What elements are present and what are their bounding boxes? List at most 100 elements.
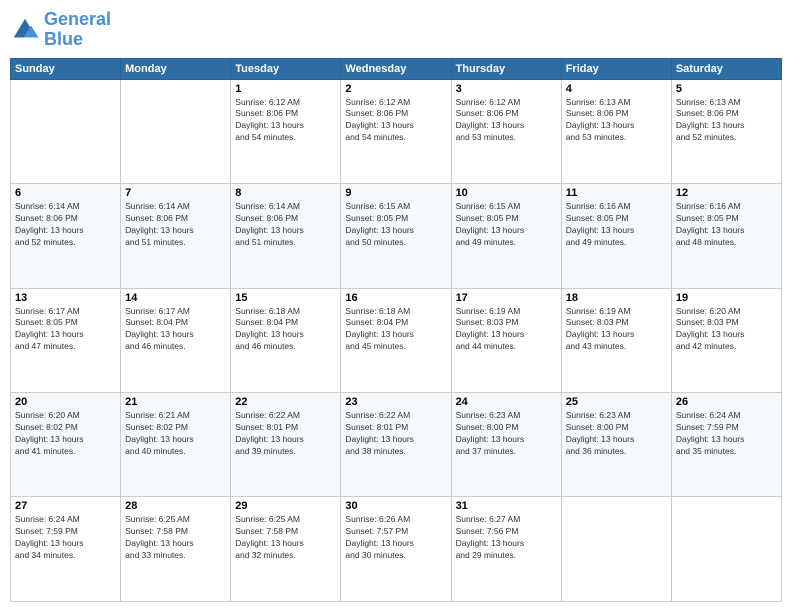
day-detail: Sunrise: 6:15 AM Sunset: 8:05 PM Dayligh…	[456, 201, 557, 249]
day-detail: Sunrise: 6:12 AM Sunset: 8:06 PM Dayligh…	[456, 97, 557, 145]
weekday-header-sunday: Sunday	[11, 58, 121, 79]
day-detail: Sunrise: 6:17 AM Sunset: 8:05 PM Dayligh…	[15, 306, 116, 354]
day-detail: Sunrise: 6:23 AM Sunset: 8:00 PM Dayligh…	[566, 410, 667, 458]
day-number: 26	[676, 396, 777, 408]
day-detail: Sunrise: 6:13 AM Sunset: 8:06 PM Dayligh…	[676, 97, 777, 145]
day-number: 12	[676, 187, 777, 199]
day-number: 3	[456, 83, 557, 95]
calendar-cell: 6 Sunrise: 6:14 AM Sunset: 8:06 PM Daylig…	[11, 184, 121, 288]
weekday-header-saturday: Saturday	[671, 58, 781, 79]
day-number: 9	[345, 187, 446, 199]
calendar-cell: 1 Sunrise: 6:12 AM Sunset: 8:06 PM Daylig…	[231, 79, 341, 183]
calendar-cell: 30 Sunrise: 6:26 AM Sunset: 7:57 PM Dayli…	[341, 497, 451, 602]
day-detail: Sunrise: 6:24 AM Sunset: 7:59 PM Dayligh…	[676, 410, 777, 458]
day-detail: Sunrise: 6:24 AM Sunset: 7:59 PM Dayligh…	[15, 514, 116, 562]
day-number: 21	[125, 396, 226, 408]
header: General Blue	[10, 10, 782, 50]
day-detail: Sunrise: 6:14 AM Sunset: 8:06 PM Dayligh…	[235, 201, 336, 249]
calendar-cell: 20Sunrise: 6:20 AM Sunset: 8:02 PM Dayli…	[11, 393, 121, 497]
day-detail: Sunrise: 6:13 AM Sunset: 8:06 PM Dayligh…	[566, 97, 667, 145]
calendar-cell: 7 Sunrise: 6:14 AM Sunset: 8:06 PM Daylig…	[121, 184, 231, 288]
day-number: 2	[345, 83, 446, 95]
calendar-cell: 25 Sunrise: 6:23 AM Sunset: 8:00 PM Dayli…	[561, 393, 671, 497]
day-number: 5	[676, 83, 777, 95]
calendar-cell: 9 Sunrise: 6:15 AM Sunset: 8:05 PM Daylig…	[341, 184, 451, 288]
calendar-cell: 28 Sunrise: 6:25 AM Sunset: 7:58 PM Dayli…	[121, 497, 231, 602]
week-row-3: 13 Sunrise: 6:17 AM Sunset: 8:05 PM Dayli…	[11, 288, 782, 392]
day-detail: Sunrise: 6:27 AM Sunset: 7:56 PM Dayligh…	[456, 514, 557, 562]
day-number: 13	[15, 292, 116, 304]
calendar-cell: 13 Sunrise: 6:17 AM Sunset: 8:05 PM Dayli…	[11, 288, 121, 392]
logo-icon	[10, 15, 40, 45]
calendar-cell: 29 Sunrise: 6:25 AM Sunset: 7:58 PM Dayli…	[231, 497, 341, 602]
calendar-cell: 10 Sunrise: 6:15 AM Sunset: 8:05 PM Dayli…	[451, 184, 561, 288]
day-number: 7	[125, 187, 226, 199]
day-number: 11	[566, 187, 667, 199]
weekday-header-friday: Friday	[561, 58, 671, 79]
calendar-cell	[561, 497, 671, 602]
calendar-cell: 24Sunrise: 6:23 AM Sunset: 8:00 PM Dayli…	[451, 393, 561, 497]
day-detail: Sunrise: 6:15 AM Sunset: 8:05 PM Dayligh…	[345, 201, 446, 249]
day-detail: Sunrise: 6:19 AM Sunset: 8:03 PM Dayligh…	[456, 306, 557, 354]
week-row-5: 27 Sunrise: 6:24 AM Sunset: 7:59 PM Dayli…	[11, 497, 782, 602]
weekday-header-tuesday: Tuesday	[231, 58, 341, 79]
day-detail: Sunrise: 6:22 AM Sunset: 8:01 PM Dayligh…	[345, 410, 446, 458]
day-number: 19	[676, 292, 777, 304]
day-detail: Sunrise: 6:21 AM Sunset: 8:02 PM Dayligh…	[125, 410, 226, 458]
day-detail: Sunrise: 6:19 AM Sunset: 8:03 PM Dayligh…	[566, 306, 667, 354]
calendar-table: SundayMondayTuesdayWednesdayThursdayFrid…	[10, 58, 782, 602]
calendar-cell: 15Sunrise: 6:18 AM Sunset: 8:04 PM Dayli…	[231, 288, 341, 392]
day-detail: Sunrise: 6:26 AM Sunset: 7:57 PM Dayligh…	[345, 514, 446, 562]
day-number: 14	[125, 292, 226, 304]
day-detail: Sunrise: 6:17 AM Sunset: 8:04 PM Dayligh…	[125, 306, 226, 354]
calendar-cell: 19 Sunrise: 6:20 AM Sunset: 8:03 PM Dayli…	[671, 288, 781, 392]
day-number: 30	[345, 500, 446, 512]
calendar-cell: 8 Sunrise: 6:14 AM Sunset: 8:06 PM Daylig…	[231, 184, 341, 288]
week-row-1: 1 Sunrise: 6:12 AM Sunset: 8:06 PM Daylig…	[11, 79, 782, 183]
day-number: 6	[15, 187, 116, 199]
day-number: 31	[456, 500, 557, 512]
calendar-cell: 18Sunrise: 6:19 AM Sunset: 8:03 PM Dayli…	[561, 288, 671, 392]
day-detail: Sunrise: 6:25 AM Sunset: 7:58 PM Dayligh…	[125, 514, 226, 562]
day-number: 4	[566, 83, 667, 95]
weekday-header-monday: Monday	[121, 58, 231, 79]
calendar-cell: 16Sunrise: 6:18 AM Sunset: 8:04 PM Dayli…	[341, 288, 451, 392]
calendar-cell: 27 Sunrise: 6:24 AM Sunset: 7:59 PM Dayli…	[11, 497, 121, 602]
day-number: 27	[15, 500, 116, 512]
day-number: 17	[456, 292, 557, 304]
day-detail: Sunrise: 6:12 AM Sunset: 8:06 PM Dayligh…	[235, 97, 336, 145]
day-detail: Sunrise: 6:12 AM Sunset: 8:06 PM Dayligh…	[345, 97, 446, 145]
calendar-cell: 22 Sunrise: 6:22 AM Sunset: 8:01 PM Dayli…	[231, 393, 341, 497]
day-number: 28	[125, 500, 226, 512]
day-number: 29	[235, 500, 336, 512]
day-detail: Sunrise: 6:22 AM Sunset: 8:01 PM Dayligh…	[235, 410, 336, 458]
day-number: 8	[235, 187, 336, 199]
calendar-cell: 14 Sunrise: 6:17 AM Sunset: 8:04 PM Dayli…	[121, 288, 231, 392]
calendar-cell: 21 Sunrise: 6:21 AM Sunset: 8:02 PM Dayli…	[121, 393, 231, 497]
calendar-cell: 23 Sunrise: 6:22 AM Sunset: 8:01 PM Dayli…	[341, 393, 451, 497]
calendar-cell	[671, 497, 781, 602]
day-number: 22	[235, 396, 336, 408]
calendar-cell: 5 Sunrise: 6:13 AM Sunset: 8:06 PM Daylig…	[671, 79, 781, 183]
day-detail: Sunrise: 6:20 AM Sunset: 8:03 PM Dayligh…	[676, 306, 777, 354]
calendar-cell: 12 Sunrise: 6:16 AM Sunset: 8:05 PM Dayli…	[671, 184, 781, 288]
calendar-cell: 11 Sunrise: 6:16 AM Sunset: 8:05 PM Dayli…	[561, 184, 671, 288]
day-detail: Sunrise: 6:14 AM Sunset: 8:06 PM Dayligh…	[125, 201, 226, 249]
calendar-cell: 4 Sunrise: 6:13 AM Sunset: 8:06 PM Daylig…	[561, 79, 671, 183]
day-number: 1	[235, 83, 336, 95]
calendar-cell: 3 Sunrise: 6:12 AM Sunset: 8:06 PM Daylig…	[451, 79, 561, 183]
day-detail: Sunrise: 6:14 AM Sunset: 8:06 PM Dayligh…	[15, 201, 116, 249]
calendar-cell	[121, 79, 231, 183]
day-number: 24	[456, 396, 557, 408]
weekday-header-wednesday: Wednesday	[341, 58, 451, 79]
day-number: 20	[15, 396, 116, 408]
calendar-cell: 2 Sunrise: 6:12 AM Sunset: 8:06 PM Daylig…	[341, 79, 451, 183]
logo-text: General Blue	[44, 10, 111, 50]
day-number: 23	[345, 396, 446, 408]
day-number: 25	[566, 396, 667, 408]
day-detail: Sunrise: 6:16 AM Sunset: 8:05 PM Dayligh…	[676, 201, 777, 249]
day-detail: Sunrise: 6:16 AM Sunset: 8:05 PM Dayligh…	[566, 201, 667, 249]
page: General Blue SundayMondayTuesdayWednesda…	[0, 0, 792, 612]
day-number: 10	[456, 187, 557, 199]
day-detail: Sunrise: 6:25 AM Sunset: 7:58 PM Dayligh…	[235, 514, 336, 562]
